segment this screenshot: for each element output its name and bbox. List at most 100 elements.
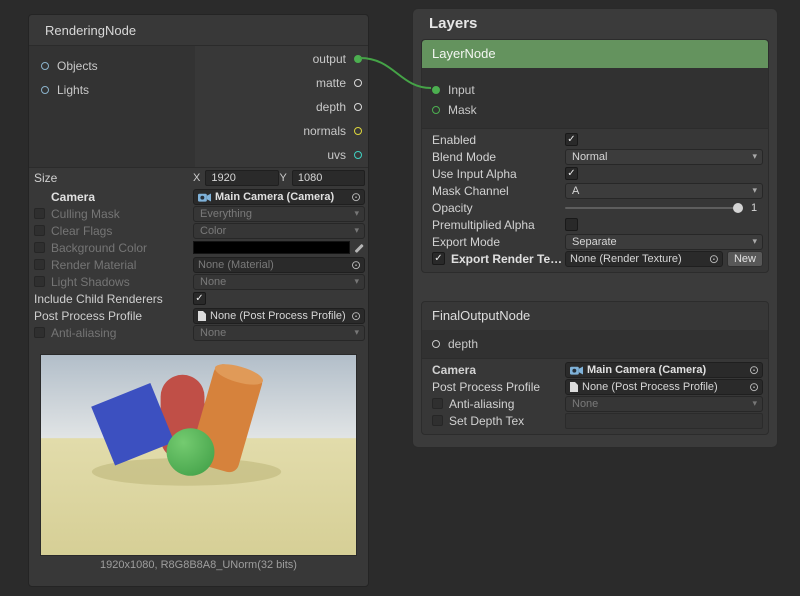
object-picker-icon[interactable]: ⊙ <box>749 381 759 393</box>
override-checkbox[interactable] <box>34 225 45 236</box>
size-x-label: X <box>193 172 200 184</box>
output-port-matte[interactable]: matte <box>195 71 368 95</box>
port-circle-icon <box>354 151 362 159</box>
row-premultiplied-alpha: Premultiplied Alpha <box>422 216 768 233</box>
include-child-renderers-checkbox[interactable]: ✓ <box>193 292 206 305</box>
chevron-down-icon: ▾ <box>350 225 359 236</box>
size-y-input[interactable]: 1080 <box>292 170 365 186</box>
clear-flags-label: Clear Flags <box>51 224 112 238</box>
layers-group: Layers LayerNode Input Mask Enabled ✓ <box>412 8 778 448</box>
input-port-lights[interactable]: Lights <box>29 78 195 102</box>
port-circle-icon <box>41 62 49 70</box>
mask-channel-dropdown[interactable]: A ▾ <box>565 183 763 199</box>
row-final-anti-aliasing: Anti-aliasing None ▾ <box>422 395 768 412</box>
export-render-texture-value: None (Render Texture) <box>570 253 682 265</box>
opacity-label: Opacity <box>432 201 473 215</box>
render-material-label: Render Material <box>51 258 136 272</box>
blend-mode-value: Normal <box>572 151 607 163</box>
camera-icon <box>198 192 211 202</box>
row-clear-flags: Clear Flags Color ▾ <box>29 222 368 239</box>
document-icon <box>570 382 578 392</box>
new-button[interactable]: New <box>727 251 763 267</box>
output-port-output[interactable]: output <box>195 47 368 71</box>
check-icon: ✓ <box>195 294 203 304</box>
final-ppp-field[interactable]: None (Post Process Profile) ⊙ <box>565 379 763 395</box>
rendering-node-title[interactable]: RenderingNode <box>29 15 368 46</box>
row-culling-mask: Culling Mask Everything ▾ <box>29 205 368 222</box>
export-mode-dropdown[interactable]: Separate ▾ <box>565 234 763 250</box>
premultiplied-alpha-checkbox[interactable] <box>565 218 578 231</box>
object-picker-icon[interactable]: ⊙ <box>749 364 759 376</box>
rendering-node-ports: Objects Lights output matte depth <box>29 46 368 168</box>
size-x-input[interactable]: 1920 <box>205 170 278 186</box>
final-camera-field[interactable]: Main Camera (Camera) ⊙ <box>565 362 763 378</box>
row-background-color: Background Color <box>29 239 368 256</box>
export-render-texture-checkbox[interactable]: ✓ <box>432 252 445 265</box>
input-port-depth[interactable]: depth <box>422 334 768 354</box>
export-render-texture-field[interactable]: None (Render Texture) ⊙ <box>565 251 723 267</box>
camera-label: Camera <box>51 190 95 204</box>
clear-flags-dropdown[interactable]: Color ▾ <box>193 223 365 239</box>
post-process-profile-field[interactable]: None (Post Process Profile) ⊙ <box>193 308 365 324</box>
output-port-uvs[interactable]: uvs <box>195 143 368 167</box>
light-shadows-dropdown[interactable]: None ▾ <box>193 274 365 290</box>
override-checkbox[interactable] <box>34 208 45 219</box>
blend-mode-label: Blend Mode <box>432 150 496 164</box>
input-port-input[interactable]: Input <box>422 80 768 100</box>
output-port-depth[interactable]: depth <box>195 95 368 119</box>
output-port-normals[interactable]: normals <box>195 119 368 143</box>
camera-object-field[interactable]: Main Camera (Camera) ⊙ <box>193 189 365 205</box>
input-port-mask[interactable]: Mask <box>422 100 768 120</box>
camera-icon <box>570 365 583 375</box>
light-shadows-value: None <box>200 276 226 288</box>
mask-channel-value: A <box>572 185 579 197</box>
row-enabled: Enabled ✓ <box>422 131 768 148</box>
final-aa-dropdown[interactable]: None ▾ <box>565 396 763 412</box>
culling-mask-value: Everything <box>200 208 252 220</box>
final-output-node: FinalOutputNode depth Camera Main Camera… <box>421 301 769 435</box>
final-output-node-title[interactable]: FinalOutputNode <box>422 302 768 330</box>
blend-mode-dropdown[interactable]: Normal ▾ <box>565 149 763 165</box>
opacity-slider[interactable]: 1 <box>565 202 763 214</box>
enabled-checkbox[interactable]: ✓ <box>565 133 578 146</box>
size-y-label: Y <box>280 172 287 184</box>
override-checkbox[interactable] <box>34 242 45 253</box>
port-circle-icon <box>432 86 440 94</box>
background-color-swatch[interactable] <box>193 241 350 254</box>
preview-caption: 1920x1080, R8G8B8A8_UNorm(32 bits) <box>29 559 368 571</box>
row-camera: Camera Main Camera (Camera) ⊙ <box>29 188 368 205</box>
port-circle-icon <box>432 340 440 348</box>
output-ports-box: output matte depth normals uvs <box>195 46 368 167</box>
enabled-label: Enabled <box>432 133 476 147</box>
set-depth-tex-field[interactable] <box>565 413 763 429</box>
input-port-objects[interactable]: Objects <box>29 54 195 78</box>
use-input-alpha-checkbox[interactable]: ✓ <box>565 167 578 180</box>
final-aa-label: Anti-aliasing <box>449 397 514 411</box>
object-picker-icon[interactable]: ⊙ <box>351 259 361 271</box>
override-checkbox[interactable] <box>432 398 443 409</box>
port-circle-icon <box>354 55 362 63</box>
override-checkbox[interactable] <box>34 276 45 287</box>
slider-track[interactable] <box>565 207 743 209</box>
override-checkbox[interactable] <box>34 327 45 338</box>
anti-aliasing-dropdown[interactable]: None ▾ <box>193 325 365 341</box>
render-material-field[interactable]: None (Material) ⊙ <box>193 257 365 273</box>
export-mode-label: Export Mode <box>432 235 500 249</box>
culling-mask-dropdown[interactable]: Everything ▾ <box>193 206 365 222</box>
override-checkbox[interactable] <box>432 415 443 426</box>
chevron-down-icon: ▾ <box>748 151 757 162</box>
layers-group-title[interactable]: Layers <box>413 9 777 39</box>
object-picker-icon[interactable]: ⊙ <box>351 310 361 322</box>
slider-handle[interactable] <box>733 203 743 213</box>
row-set-depth-tex: Set Depth Tex <box>422 412 768 429</box>
final-output-node-ports: depth <box>422 330 768 359</box>
render-preview-image <box>40 354 357 556</box>
object-picker-icon[interactable]: ⊙ <box>351 191 361 203</box>
check-icon: ✓ <box>567 135 575 145</box>
node-graph-canvas: RenderingNode Objects Lights output m <box>0 0 800 596</box>
eyedropper-icon[interactable] <box>353 242 365 254</box>
layer-node-title[interactable]: LayerNode <box>422 40 768 68</box>
chevron-down-icon: ▾ <box>350 276 359 287</box>
override-checkbox[interactable] <box>34 259 45 270</box>
object-picker-icon[interactable]: ⊙ <box>709 253 719 265</box>
